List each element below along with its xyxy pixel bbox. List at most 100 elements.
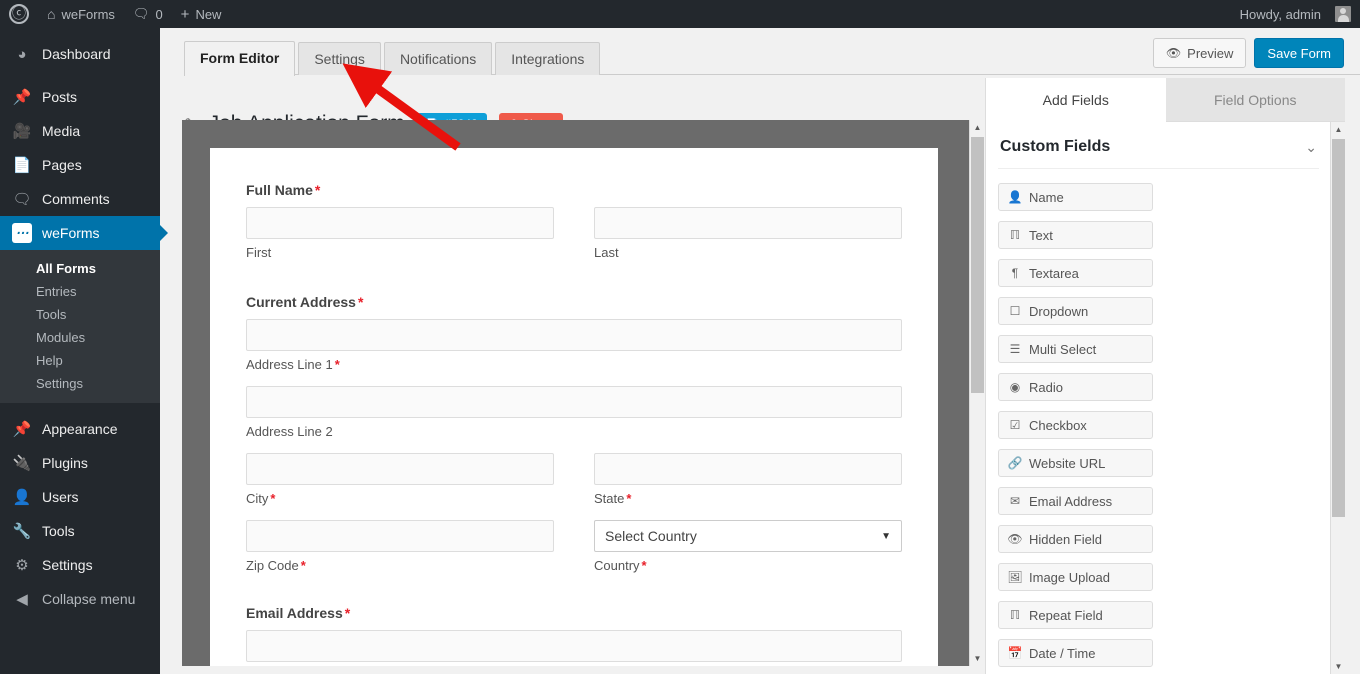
sidebar-item-users[interactable]: 👤 Users [0, 480, 160, 514]
form-field-full-name[interactable]: Full Name* First Last [246, 182, 902, 260]
field-button-hidden-field[interactable]: 👁 Hidden Field [998, 525, 1153, 553]
submenu-item-all-forms[interactable]: All Forms [0, 257, 160, 280]
sidebar-item-settings[interactable]: ⚙ Settings [0, 548, 160, 582]
submenu-item-tools[interactable]: Tools [0, 303, 160, 326]
tab-notifications[interactable]: Notifications [384, 42, 492, 75]
wp-admin-bar: ⓒ ⌂ weForms 🗨 0 + New Howdy, admin [0, 0, 1360, 28]
avatar [1335, 6, 1351, 22]
city-input[interactable] [246, 453, 554, 485]
scroll-up-arrow-icon[interactable]: ▲ [1331, 122, 1346, 137]
eye-icon: 👁 [1166, 46, 1181, 60]
field-button-website-url[interactable]: 🔗 Website URL [998, 449, 1153, 477]
required-marker: * [626, 491, 631, 506]
field-button-date-time[interactable]: 📅 Date / Time [998, 639, 1153, 667]
editor-tabs-row: Form Editor Settings Notifications Integ… [160, 40, 1360, 74]
my-account-menu[interactable]: Howdy, admin [1231, 0, 1360, 28]
sidebar-item-label: Pages [42, 157, 82, 173]
field-button-repeat-field[interactable]: ℿ Repeat Field [998, 601, 1153, 629]
field-button-label: Website URL [1029, 456, 1105, 471]
field-button-text[interactable]: ℿ Text [998, 221, 1153, 249]
sub-label: State* [594, 491, 902, 506]
sidebar-item-posts[interactable]: 📌 Posts [0, 80, 160, 114]
field-button-textarea[interactable]: ¶ Textarea [998, 259, 1153, 287]
field-panel-scrollbar[interactable]: ▲ ▼ [1330, 122, 1345, 674]
field-button-image-upload[interactable]: 🖼 Image Upload [998, 563, 1153, 591]
field-label: Full Name* [246, 182, 902, 198]
field-button-label: Email Address [1029, 494, 1112, 509]
last-name-input[interactable] [594, 207, 902, 239]
name-first-col: First [246, 207, 554, 260]
text-cursor-icon: ℿ [1008, 608, 1022, 622]
form-preview-scrollbar[interactable]: ▲ ▼ [969, 120, 984, 666]
tab-integrations[interactable]: Integrations [495, 42, 600, 75]
field-button-dropdown[interactable]: ☐ Dropdown [998, 297, 1153, 325]
sidebar-item-plugins[interactable]: 🔌 Plugins [0, 446, 160, 480]
address-line-1-input[interactable] [246, 319, 902, 351]
sidebar-spacer-2 [0, 403, 160, 412]
chevron-down-icon[interactable]: ⌄ [1305, 139, 1317, 156]
submenu-item-settings[interactable]: Settings [0, 372, 160, 395]
tab-add-fields[interactable]: Add Fields [986, 78, 1166, 122]
country-select[interactable]: Select Country ▼ [594, 520, 902, 552]
field-button-label: Dropdown [1029, 304, 1088, 319]
scrollbar-thumb[interactable] [1332, 139, 1345, 517]
sub-label: First [246, 245, 554, 260]
tab-field-options[interactable]: Field Options [1166, 78, 1346, 122]
new-content-menu[interactable]: + New [172, 0, 231, 28]
scrollbar-thumb[interactable] [971, 137, 984, 393]
save-form-button[interactable]: Save Form [1254, 38, 1344, 68]
section-title: Custom Fields [1000, 138, 1110, 156]
sub-label: City* [246, 491, 554, 506]
new-label: New [195, 7, 221, 22]
tab-form-editor[interactable]: Form Editor [184, 41, 295, 76]
sidebar-item-tools[interactable]: 🔧 Tools [0, 514, 160, 548]
field-button-email-address[interactable]: ✉ Email Address [998, 487, 1153, 515]
form-field-email-address[interactable]: Email Address* [246, 605, 902, 662]
sidebar-item-media[interactable]: 🎥 Media [0, 114, 160, 148]
required-marker: * [315, 182, 320, 198]
field-button-multi-select[interactable]: ☰ Multi Select [998, 335, 1153, 363]
state-input[interactable] [594, 453, 902, 485]
field-button-checkbox[interactable]: ☑ Checkbox [998, 411, 1153, 439]
admin-bar-right: Howdy, admin [1231, 0, 1360, 28]
sidebar-item-collapse-menu[interactable]: ◀ Collapse menu [0, 582, 160, 616]
first-name-input[interactable] [246, 207, 554, 239]
scroll-up-arrow-icon[interactable]: ▲ [970, 120, 984, 135]
preview-button[interactable]: 👁 Preview [1153, 38, 1246, 68]
field-button-radio[interactable]: ◉ Radio [998, 373, 1153, 401]
zip-code-input[interactable] [246, 520, 554, 552]
field-label: Email Address* [246, 605, 902, 621]
comments-menu[interactable]: 🗨 0 [124, 0, 172, 28]
email-address-input[interactable] [246, 630, 902, 662]
site-name-menu[interactable]: ⌂ weForms [38, 0, 124, 28]
section-header-custom-fields[interactable]: Custom Fields ⌄ [998, 122, 1319, 169]
sidebar-item-dashboard[interactable]: ◕ Dashboard [0, 37, 160, 71]
submenu-item-help[interactable]: Help [0, 349, 160, 372]
wordpress-logo-menu[interactable]: ⓒ [0, 0, 38, 28]
comment-count: 0 [155, 7, 162, 22]
scroll-down-arrow-icon[interactable]: ▼ [1331, 659, 1346, 674]
submenu-item-modules[interactable]: Modules [0, 326, 160, 349]
eye-slash-icon: 👁 [1008, 532, 1022, 546]
plug-icon: 🔌 [12, 454, 32, 472]
sidebar-item-comments[interactable]: 🗨 Comments [0, 182, 160, 216]
form-preview-pane: Full Name* First Last Current Address* [182, 120, 984, 666]
sidebar-item-pages[interactable]: 📄 Pages [0, 148, 160, 182]
field-button-label: Radio [1029, 380, 1063, 395]
user-icon: 👤 [12, 488, 32, 506]
tab-settings[interactable]: Settings [298, 42, 381, 75]
field-button-name[interactable]: 👤 Name [998, 183, 1153, 211]
sidebar-item-appearance[interactable]: 📌 Appearance [0, 412, 160, 446]
sidebar-spacer-1 [0, 71, 160, 80]
form-field-current-address[interactable]: Current Address* Address Line 1* Address… [246, 294, 902, 573]
scroll-down-arrow-icon[interactable]: ▼ [970, 651, 984, 666]
form-canvas: Full Name* First Last Current Address* [210, 148, 938, 666]
form-preview-scroll-area: Full Name* First Last Current Address* [182, 120, 969, 666]
sidebar-item-weforms[interactable]: ⋯ weForms [0, 216, 160, 250]
sidebar-item-label: Users [42, 489, 79, 505]
dashboard-icon: ◕ [12, 46, 32, 63]
comment-bubble-icon: 🗨 [12, 190, 32, 208]
submenu-item-entries[interactable]: Entries [0, 280, 160, 303]
required-marker: * [358, 294, 363, 310]
address-line-2-input[interactable] [246, 386, 902, 418]
